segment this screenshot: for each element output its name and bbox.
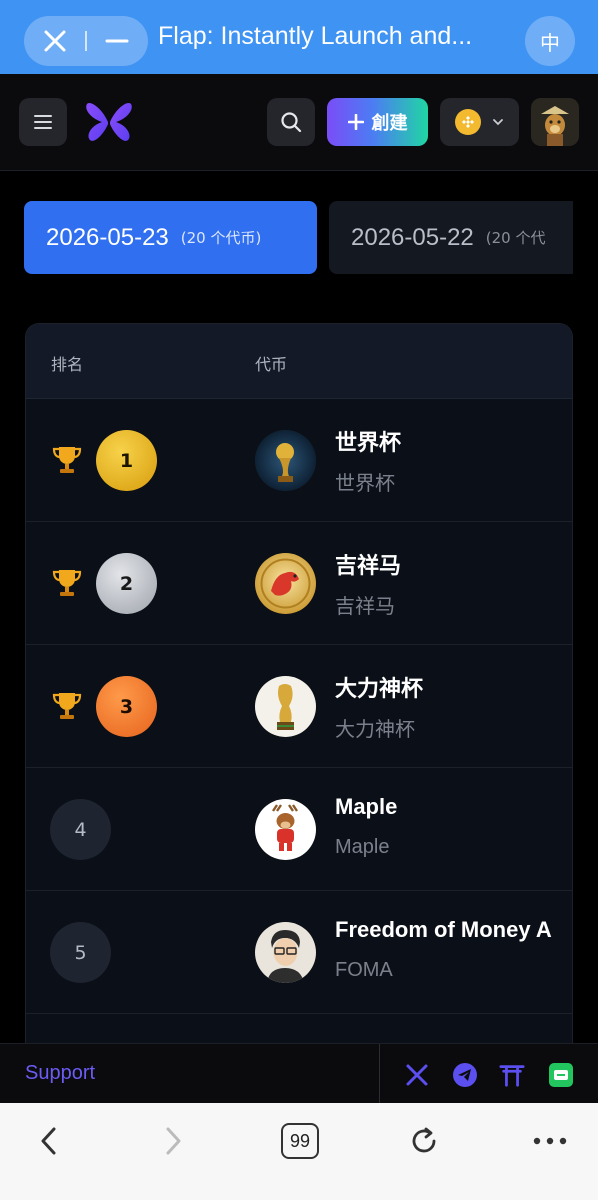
- site-footer: Support: [0, 1043, 598, 1104]
- hamburger-icon: [34, 115, 52, 129]
- rank-badge: 5: [50, 922, 111, 983]
- token-symbol: 大力神杯: [335, 719, 415, 741]
- token-name: 吉祥马: [335, 553, 402, 578]
- token-name: 大力神杯: [335, 676, 424, 701]
- chevron-down-icon: [492, 119, 503, 126]
- date-tabs: 2026-05-23 (20 个代币) 2026-05-22 (20 个代: [0, 171, 598, 301]
- browser-bottom-toolbar: 99: [0, 1103, 598, 1200]
- date-tab-count: (20 个代: [485, 229, 546, 247]
- back-button[interactable]: [34, 1121, 64, 1161]
- more-horizontal-icon: [533, 1137, 567, 1145]
- table-row[interactable]: 2 吉祥马 吉祥马: [26, 522, 572, 645]
- token-image: [255, 922, 316, 983]
- date-tab-date: 2026-05-22: [351, 223, 474, 251]
- token-image: [255, 430, 316, 491]
- table-row[interactable]: 1 世界杯 世界杯: [26, 399, 572, 522]
- trophy-icon: [52, 693, 82, 719]
- column-header-rank: 排名: [51, 355, 84, 374]
- butterfly-logo-icon[interactable]: [84, 100, 134, 144]
- rank-badge: 1: [96, 430, 157, 491]
- reload-button[interactable]: [406, 1121, 442, 1161]
- divider: [379, 1044, 380, 1104]
- token-name: Freedom of Money A: [335, 917, 552, 942]
- token-symbol: 世界杯: [335, 473, 395, 495]
- token-name: 世界杯: [335, 430, 402, 455]
- minimize-button[interactable]: [87, 16, 148, 66]
- language-button[interactable]: 中: [525, 16, 575, 66]
- chain-selector[interactable]: [440, 98, 519, 146]
- page-title: Flap: Instantly Launch and...: [158, 22, 473, 50]
- forward-button[interactable]: [158, 1121, 188, 1161]
- date-tab-date: 2026-05-23: [46, 223, 169, 251]
- date-tab-active[interactable]: 2026-05-23 (20 个代币): [24, 201, 317, 274]
- rank-badge: 3: [96, 676, 157, 737]
- more-button[interactable]: [530, 1121, 570, 1161]
- browser-top-bar: Flap: Instantly Launch and... 中: [0, 0, 598, 74]
- bnb-chain-icon: [454, 109, 481, 135]
- ranking-table: 排名 代币 1 世界杯 世界杯 2 吉祥马 吉祥马 3 大力神杯 大力神杯 4 …: [25, 323, 573, 1043]
- token-symbol: Maple: [335, 836, 390, 858]
- chevron-right-icon: [166, 1127, 181, 1155]
- app-header: 創建: [0, 74, 598, 171]
- tabs-count: 99: [281, 1123, 319, 1159]
- plus-icon: [347, 114, 364, 130]
- green-chat-icon[interactable]: [548, 1062, 574, 1088]
- token-name: Maple: [335, 794, 398, 819]
- minus-icon: [105, 39, 129, 43]
- telegram-icon[interactable]: [452, 1062, 478, 1088]
- reload-icon: [412, 1127, 436, 1153]
- search-icon: [281, 112, 302, 133]
- table-row[interactable]: 3 大力神杯 大力神杯: [26, 645, 572, 768]
- x-icon[interactable]: [404, 1062, 430, 1088]
- user-avatar[interactable]: [531, 98, 579, 146]
- token-image: [255, 676, 316, 737]
- menu-button[interactable]: [19, 98, 67, 146]
- date-tab-previous[interactable]: 2026-05-22 (20 个代: [329, 201, 598, 274]
- close-icon: [44, 30, 65, 52]
- chevron-left-icon: [41, 1127, 56, 1155]
- search-button[interactable]: [267, 98, 315, 146]
- column-header-token: 代币: [255, 355, 288, 374]
- rank-badge: 2: [96, 553, 157, 614]
- table-row[interactable]: 5 Freedom of Money A FOMA: [26, 891, 572, 1014]
- support-link[interactable]: Support: [25, 1062, 95, 1085]
- trophy-icon: [52, 447, 82, 473]
- token-image: [255, 799, 316, 860]
- trophy-icon: [52, 570, 82, 596]
- rank-badge: 4: [50, 799, 111, 860]
- token-symbol: 吉祥马: [335, 596, 395, 618]
- token-image: [255, 553, 316, 614]
- window-controls: [24, 16, 148, 66]
- table-row[interactable]: 4 Maple Maple: [26, 768, 572, 891]
- create-label: 創建: [371, 113, 408, 134]
- table-header: 排名 代币: [26, 324, 572, 399]
- table-row[interactable]: [26, 1014, 572, 1043]
- create-button[interactable]: 創建: [327, 98, 428, 146]
- close-button[interactable]: [24, 16, 85, 66]
- torii-gate-icon[interactable]: [499, 1062, 525, 1088]
- date-tab-count: (20 个代币): [180, 229, 262, 247]
- token-symbol: FOMA: [335, 959, 393, 981]
- tabs-button[interactable]: 99: [280, 1121, 320, 1161]
